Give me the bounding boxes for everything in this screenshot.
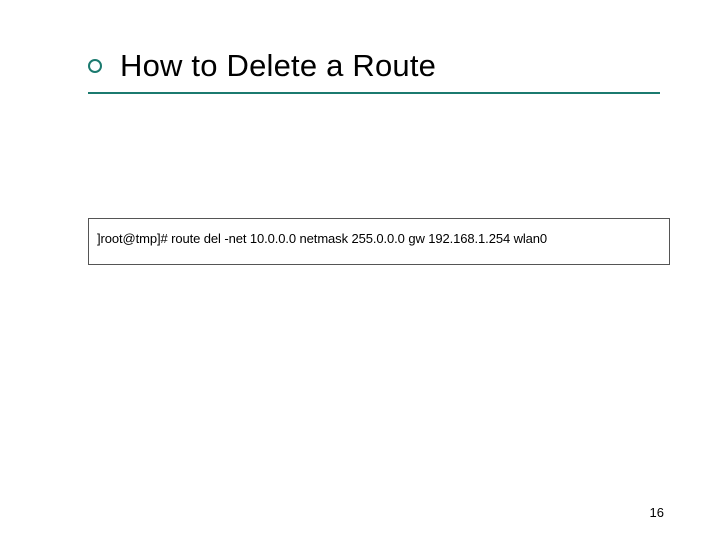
title-underline (88, 92, 660, 94)
page-number: 16 (650, 505, 664, 520)
bullet-icon (88, 59, 102, 73)
slide-title: How to Delete a Route (120, 48, 436, 84)
title-row: How to Delete a Route (88, 48, 720, 84)
command-text: ]root@tmp]# route del -net 10.0.0.0 netm… (97, 231, 661, 246)
slide-container: How to Delete a Route ]root@tmp]# route … (0, 0, 720, 540)
command-box: ]root@tmp]# route del -net 10.0.0.0 netm… (88, 218, 670, 265)
